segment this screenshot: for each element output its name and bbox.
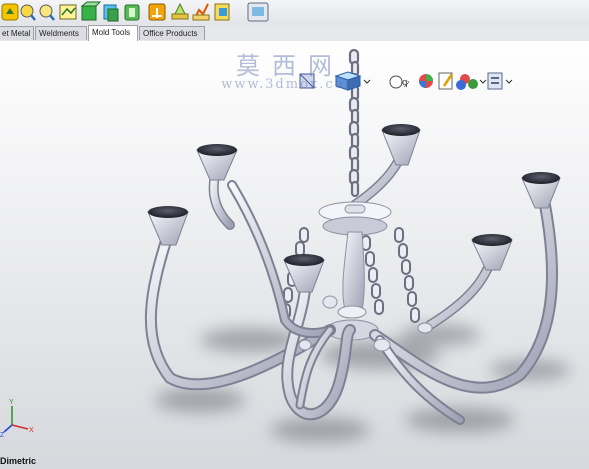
svg-text:ꝙ: ꝙ	[402, 77, 409, 88]
command-manager-tabs: et Metal Weldments Mold Tools Office Pro…	[0, 25, 589, 42]
view-settings-icon[interactable]	[487, 72, 513, 90]
tab-office-products[interactable]: Office Products	[139, 26, 205, 40]
candle-cup	[471, 234, 513, 271]
view-orientation-label: Dimetric	[0, 456, 37, 466]
hide-show-icon[interactable]	[419, 74, 433, 88]
y-axis-label: Y	[9, 399, 14, 406]
candle-cup	[147, 206, 189, 246]
watermark-chinese-text: 莫西网	[236, 52, 344, 80]
assembly-icon[interactable]	[148, 3, 166, 21]
z-axis	[3, 424, 13, 433]
x-axis	[11, 424, 29, 430]
zoom-fit-icon[interactable]	[20, 4, 36, 21]
candle-cup	[381, 124, 421, 166]
command-toolbar	[0, 0, 589, 26]
z-axis-label: Z	[0, 432, 5, 438]
extrude-icon[interactable]	[80, 1, 102, 21]
candle-cup	[521, 172, 561, 209]
drawing-icon[interactable]	[247, 2, 269, 22]
feature-icon[interactable]	[192, 3, 210, 21]
tab-sheet-metal[interactable]: et Metal	[0, 26, 34, 40]
reference-triad: Y X Z	[0, 399, 34, 438]
candle-cup	[196, 144, 238, 181]
display-style-icon[interactable]: ꝙ	[389, 75, 409, 89]
weld-icon[interactable]	[214, 3, 230, 21]
watermark-url: www.3dmox.com	[221, 77, 359, 92]
x-axis-label: X	[29, 427, 34, 434]
sketch-icon[interactable]	[59, 4, 77, 20]
watermark: 莫西网 www.3dmox.com	[215, 46, 365, 92]
tab-mold-tools[interactable]: Mold Tools	[88, 25, 138, 41]
chandelier-model	[144, 48, 570, 442]
cut-icon[interactable]	[103, 4, 119, 22]
edit-appearance-icon[interactable]	[438, 72, 454, 90]
apply-scene-icon[interactable]	[456, 74, 487, 90]
zoom-area-icon[interactable]	[39, 4, 55, 21]
graphics-area[interactable]: ꝙ 莫西网 www.3dmox.com Y X Z	[0, 41, 589, 469]
tab-weldments[interactable]: Weldments	[35, 26, 87, 40]
surface-icon[interactable]	[171, 2, 189, 20]
rebuild-icon[interactable]	[1, 3, 19, 21]
toolbar-icons	[1, 1, 269, 22]
part-icon[interactable]	[124, 4, 140, 21]
top-plate	[318, 201, 392, 236]
